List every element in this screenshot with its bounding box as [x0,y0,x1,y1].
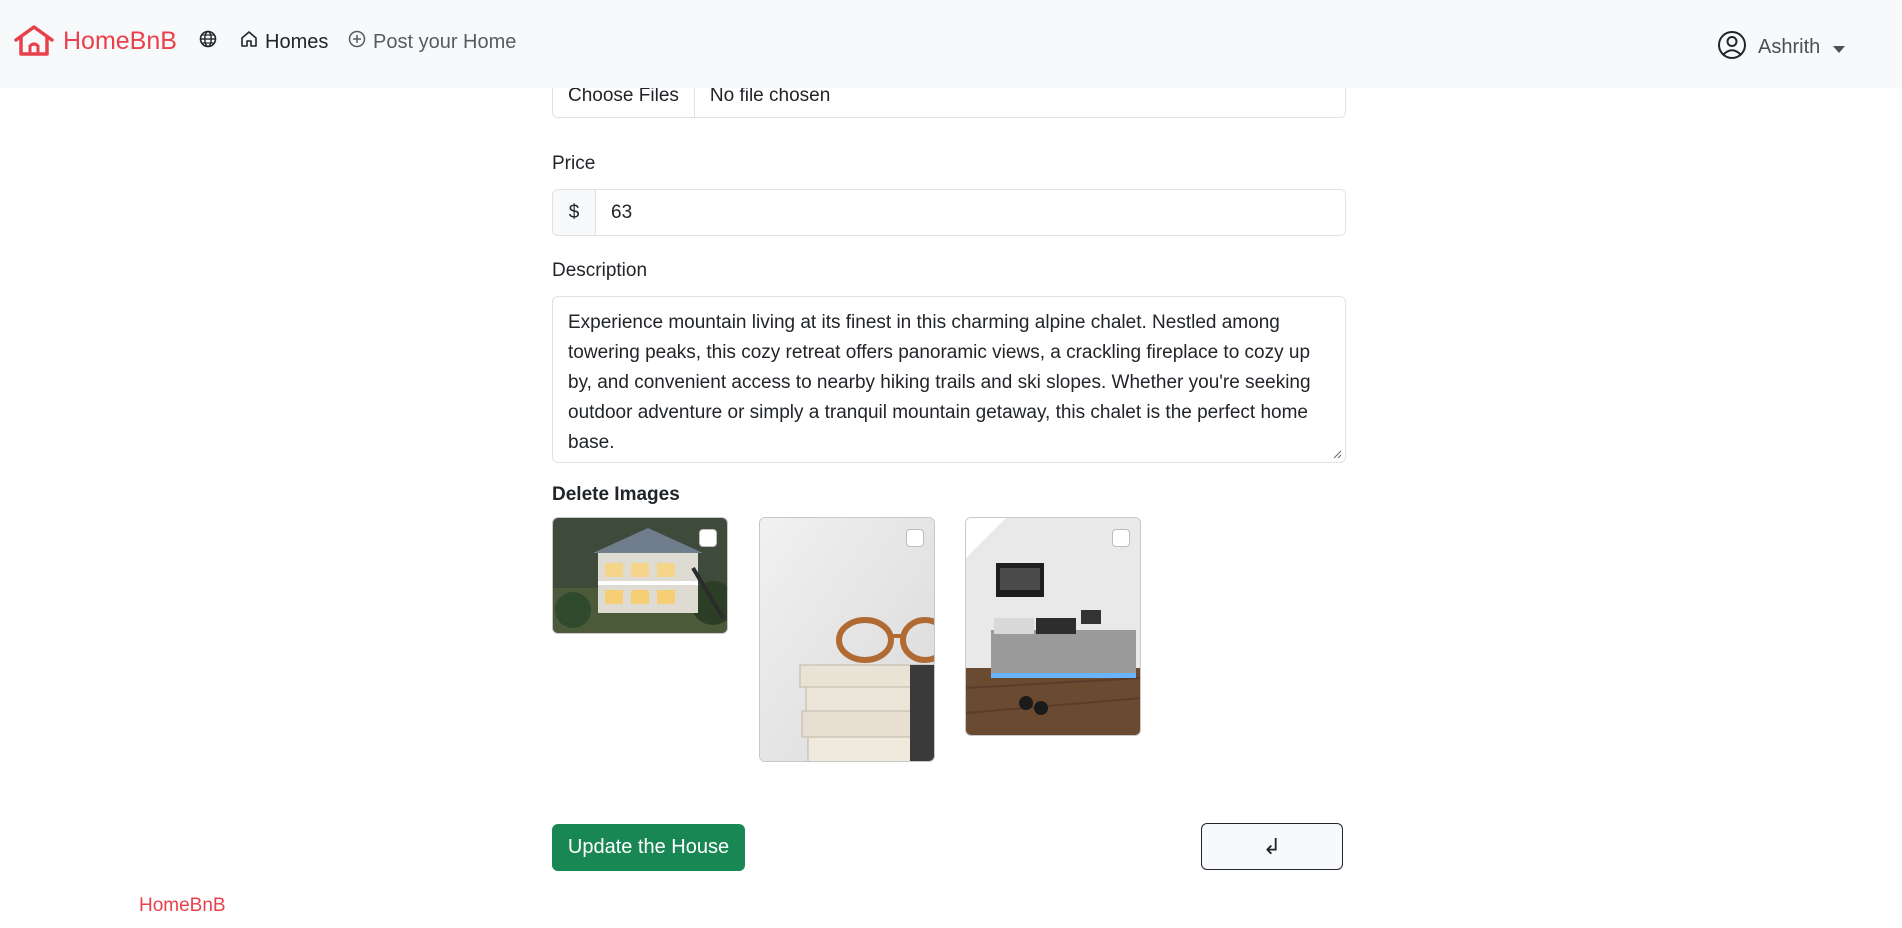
navbar: HomeBnB Homes Post your Home Ashrith [0,0,1902,88]
house-icon [13,24,55,58]
image-thumbnail-house [552,517,728,634]
back-button[interactable]: ↲ [1201,823,1343,870]
file-status-text: No file chosen [709,85,831,106]
nav-homes-label: Homes [265,30,329,53]
brand-link[interactable]: HomeBnB [13,24,177,58]
caret-down-icon [1833,46,1846,53]
user-menu-dropdown[interactable]: Ashrith [1717,30,1846,65]
return-arrow-icon: ↲ [1262,833,1282,859]
image-thumbnail-bedroom [965,517,1141,736]
update-house-button[interactable]: Update the House [552,824,745,871]
home-icon [240,30,265,54]
description-label: Description [552,260,648,281]
nav-homes-link[interactable]: Homes [240,30,328,54]
user-circle-icon [1717,30,1747,65]
image-thumbnail-books [759,517,935,762]
price-input[interactable] [596,190,1345,235]
nav-post-label: Post your Home [373,30,517,53]
globe-icon [199,30,217,54]
delete-images-label: Delete Images [552,484,680,505]
description-textarea[interactable]: Experience mountain living at its finest… [552,296,1346,463]
nav-post-link[interactable]: Post your Home [348,30,516,54]
currency-prefix: $ [553,190,596,235]
resize-grip-icon[interactable] [1332,449,1342,459]
user-name: Ashrith [1758,36,1821,58]
price-input-group: $ [552,189,1346,236]
brand-name: HomeBnB [63,26,177,55]
price-label: Price [552,153,596,174]
footer-brand: HomeBnB [139,895,226,916]
plus-circle-icon [348,30,373,54]
delete-image-checkbox-3[interactable] [1112,529,1130,547]
language-button[interactable] [199,30,217,54]
description-text: Experience mountain living at its finest… [568,312,1311,453]
delete-image-checkbox-1[interactable] [699,529,717,547]
delete-image-checkbox-2[interactable] [906,529,924,547]
